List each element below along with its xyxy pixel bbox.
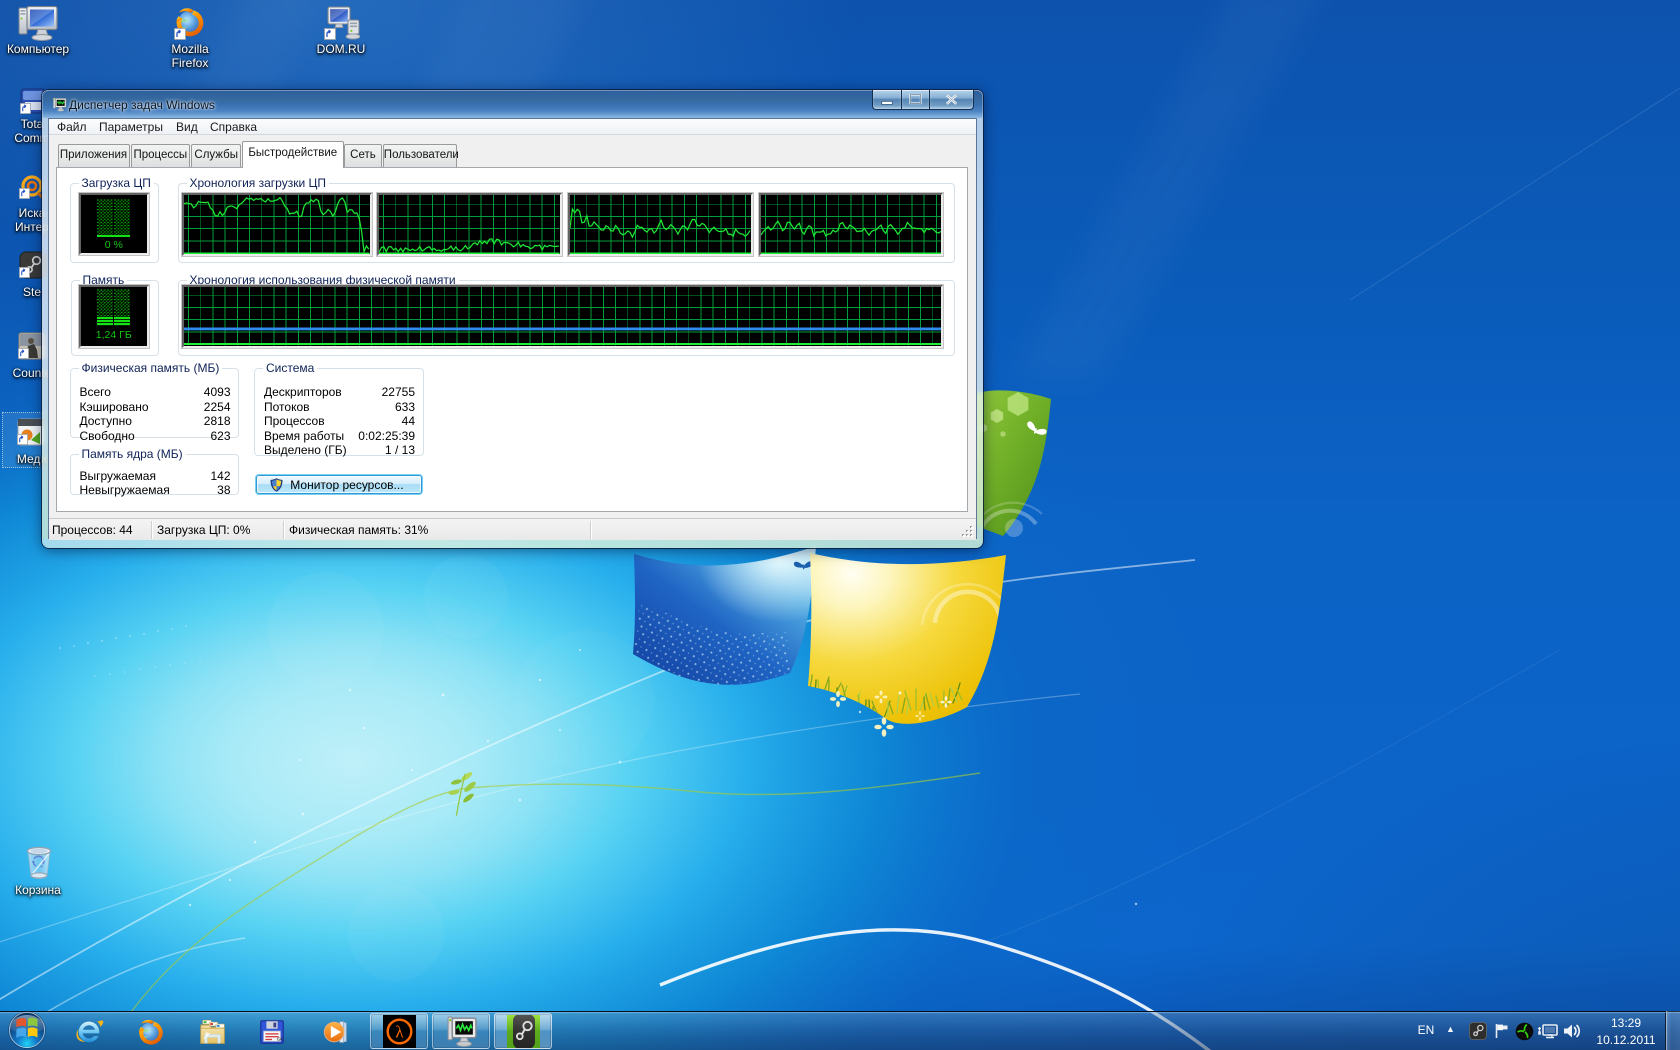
svg-text:λ: λ (395, 1023, 404, 1042)
svg-text:64: 64 (277, 1037, 283, 1043)
